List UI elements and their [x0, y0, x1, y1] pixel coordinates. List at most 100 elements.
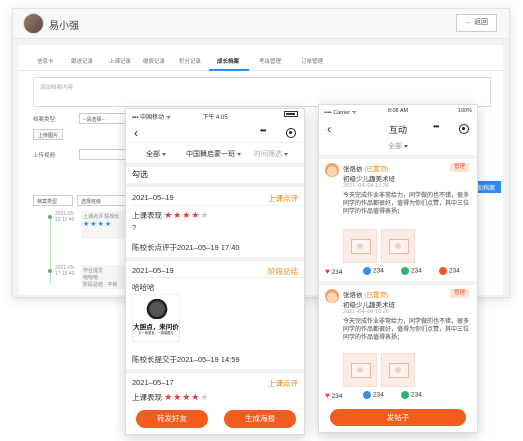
status-bar: •••• Carrier ᯤ 8:08 AM 100% — [319, 105, 477, 116]
admin-badge[interactable]: 管理 — [449, 289, 469, 298]
close-circle-icon[interactable] — [459, 124, 469, 134]
back-button[interactable]: ← 返回 — [456, 14, 497, 32]
archive-content-input[interactable]: 添加档案内容 — [33, 77, 491, 107]
section-gap — [319, 281, 477, 285]
like-button[interactable]: ♥ 234 — [325, 267, 342, 276]
phone-growth-archive: ▪▪▪ 中国移动 ᯤ 下午 4:05 ‹ ••• 全部 中国舞启蒙一班 时间筛选… — [125, 108, 305, 435]
timeline-date: 2021-05-19 17:40 — [55, 211, 76, 223]
entry-tag: 上课点评 — [268, 194, 298, 203]
chevron-down-icon — [404, 144, 408, 148]
meme-face — [145, 297, 169, 319]
filter-all[interactable]: 全部 — [146, 149, 166, 159]
timeline-title: 作业提交 — [83, 268, 104, 274]
post-actions: ♥ 234 234 234 — [319, 391, 477, 403]
post-image[interactable] — [381, 229, 415, 263]
tab-points[interactable]: 积分记录 — [179, 57, 201, 65]
bottom-action-bar: 发帖子 — [319, 404, 477, 432]
admin-header: 易小强 ← 返回 — [13, 9, 509, 39]
post-image[interactable] — [343, 229, 377, 263]
post-card[interactable]: 张烙依 (已置顶) 管理 初级少儿趣美术班 2021–04–04 16:26 今… — [319, 163, 477, 283]
tab-class-records[interactable]: 上课记录 — [109, 57, 131, 65]
section-gap — [126, 183, 304, 187]
more-icon[interactable]: ••• — [260, 126, 266, 135]
section-gap — [126, 257, 304, 261]
entry-label: 上课表现 ★★★★★ — [132, 392, 210, 402]
filter-class[interactable]: 中国舞启蒙一班 — [186, 149, 241, 159]
composite-stage: 易小强 ← 返回 信息卡 跟进记录 上课记录 缴费记录 积分记录 成长档案 考级… — [0, 0, 523, 441]
tab-info-card[interactable]: 信息卡 — [37, 57, 54, 65]
rating-stars: ★★★★★ — [164, 392, 210, 402]
chevron-down-icon — [284, 152, 288, 156]
tab-follow-up[interactable]: 跟进记录 — [71, 57, 93, 65]
gift-button[interactable]: 234 — [439, 267, 460, 275]
avatar[interactable] — [325, 289, 339, 303]
phone-interaction: •••• Carrier ᯤ 8:08 AM 100% ‹ 互动 ••• 全部 … — [318, 104, 478, 433]
nav-bar: ‹ 互动 ••• — [319, 119, 477, 139]
timeline-author: 哈哈哈 — [83, 275, 99, 281]
filter-all[interactable]: 全部 — [319, 141, 477, 151]
chevron-down-icon — [237, 152, 241, 156]
nav-bar: ‹ ••• — [126, 123, 304, 143]
avatar[interactable] — [23, 13, 44, 34]
comment-button[interactable]: 234 — [363, 267, 384, 275]
tab-growth-archive[interactable]: 成长档案 — [217, 57, 239, 65]
upload-image-button[interactable]: 上传图片 — [33, 129, 64, 140]
comment-button[interactable]: 234 — [363, 391, 384, 399]
post-actions: ♥ 234 234 234 234 — [319, 267, 477, 279]
like-button[interactable]: ♥ 234 — [325, 391, 342, 400]
archive-content-placeholder: 添加档案内容 — [40, 85, 74, 91]
tab-orders[interactable]: 订单管理 — [301, 57, 323, 65]
post-body: 今天完成作业非常给力，同学做的也不错，很多同学的作品都很好，值得为你们点赞，其中… — [343, 319, 470, 341]
tab-payments[interactable]: 缴费记录 — [143, 57, 165, 65]
filter-bar: 全部 中国舞启蒙一班 时间筛选 — [126, 145, 304, 163]
entry-tag: 阶段总结 — [268, 267, 298, 276]
share-icon — [401, 267, 409, 275]
timeline-card[interactable]: 上课点评 陈校长 ★★★★ — [81, 211, 129, 239]
tab-grading[interactable]: 考级管理 — [259, 57, 281, 65]
entry-comment: ? — [132, 223, 137, 232]
rating-stars: ★★★★★ — [164, 210, 210, 220]
share-button[interactable]: 234 — [401, 267, 422, 275]
attached-image[interactable]: 大胆点，来问价 万一我便宜，一锅端都行 — [132, 294, 180, 342]
section-gap — [126, 369, 304, 373]
filter-class-select[interactable]: 选择班级 — [77, 195, 127, 206]
post-author: 张烙依 (已置顶) — [343, 292, 389, 299]
admin-badge[interactable]: 管理 — [449, 163, 469, 172]
post-class: 初级少儿趣美术班 — [343, 176, 395, 183]
status-time: 8:08 AM — [387, 108, 409, 114]
share-friend-button[interactable]: 转发好友 — [136, 410, 208, 428]
filter-type-select[interactable]: 档案类型 — [33, 195, 73, 206]
entry-footer: 陈校长点评于2021–05–19 17:40 — [132, 243, 240, 252]
section-gap — [319, 155, 477, 159]
share-button[interactable]: 234 — [401, 391, 422, 399]
generate-poster-button[interactable]: 生成海报 — [224, 410, 296, 428]
heart-icon: ♥ — [325, 391, 330, 400]
comment-icon — [363, 391, 371, 399]
more-icon[interactable]: ••• — [433, 122, 439, 131]
timeline-card[interactable]: 作业提交 哈哈哈 阶段总结 · 平板 — [81, 265, 129, 289]
status-time: 下午 4:05 — [202, 115, 228, 121]
entry-tag: 上课点评 — [268, 379, 298, 388]
new-post-button[interactable]: 发帖子 — [330, 409, 466, 426]
tab-bar: 信息卡 跟进记录 上课记录 缴费记录 积分记录 成长档案 考级管理 订单管理 — [19, 53, 503, 71]
status-bar: ▪▪▪ 中国移动 ᯤ 下午 4:05 — [126, 109, 304, 121]
post-card[interactable]: 张烙依 (已置顶) 管理 初级少儿趣美术班 2021–04–04 16:26 今… — [319, 289, 477, 399]
select-toggle[interactable]: 勾选 — [132, 169, 148, 180]
mini-program-capsule[interactable]: ••• — [431, 122, 469, 136]
mini-program-capsule[interactable]: ••• — [258, 126, 296, 140]
divider — [132, 205, 304, 206]
gift-icon — [439, 267, 447, 275]
close-circle-icon[interactable] — [286, 128, 296, 138]
entry-date: 2021–05–19 — [132, 266, 174, 275]
back-arrow-icon[interactable]: ‹ — [134, 126, 138, 140]
post-image[interactable] — [381, 353, 415, 387]
filter-time[interactable]: 时间筛选 — [254, 149, 288, 159]
battery-level: 100% — [457, 108, 472, 114]
timeline-line — [50, 215, 51, 285]
heart-icon: ♥ — [325, 267, 330, 276]
post-image[interactable] — [343, 353, 377, 387]
timeline-stars: ★★★★ — [83, 221, 113, 228]
entry-date: 2021–05–17 — [132, 378, 174, 387]
divider — [132, 277, 304, 278]
avatar[interactable] — [325, 163, 339, 177]
